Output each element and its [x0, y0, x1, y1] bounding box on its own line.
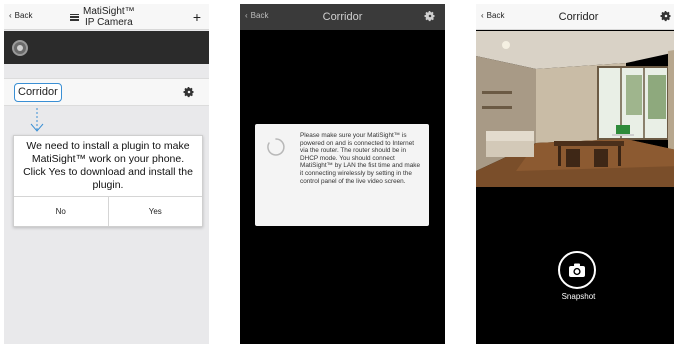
camera-name[interactable]: Corridor	[14, 83, 62, 102]
plus-icon[interactable]: +	[193, 9, 201, 25]
loading-dialog: Please make sure your MatiSight™ is powe…	[255, 124, 429, 226]
spinner-icon	[267, 138, 285, 156]
menu-icon[interactable]	[70, 13, 79, 21]
chevron-left-icon: ‹	[9, 11, 12, 20]
nav-bar: ‹ Back MatiSight™ IP Camera +	[4, 4, 209, 30]
dialog-message: We need to install a plugin to make Mati…	[23, 140, 193, 191]
app-title: MatiSight™ IP Camera	[70, 4, 160, 30]
camera-row: Corridor	[4, 78, 209, 106]
connecting-screen: ‹ Back Corridor Please make sure your Ma…	[240, 4, 445, 344]
page-title: Corridor	[322, 11, 363, 23]
plugin-dialog: We need to install a plugin to make Mati…	[13, 135, 203, 227]
title-line-2: IP Camera	[85, 17, 133, 28]
page-title: Corridor	[558, 11, 599, 23]
live-video-feed[interactable]	[476, 31, 674, 187]
camera-icon	[569, 263, 585, 277]
gear-icon[interactable]	[660, 10, 672, 22]
title-line-1: MatiSight™	[83, 6, 135, 17]
gear-icon[interactable]	[424, 10, 436, 22]
gear-icon[interactable]	[183, 86, 195, 98]
back-button[interactable]: ‹ Back	[9, 11, 32, 20]
plugin-install-screen: ‹ Back MatiSight™ IP Camera + Corridor W…	[4, 4, 209, 344]
no-button[interactable]: No	[14, 197, 109, 226]
snapshot-label: Snapshot	[561, 292, 596, 301]
snapshot-button[interactable]	[558, 251, 596, 289]
nav-bar: ‹ Back Corridor	[240, 4, 445, 30]
loading-message: Please make sure your MatiSight™ is powe…	[300, 132, 421, 185]
nav-bar: ‹ Back Corridor	[476, 4, 674, 30]
back-label: Back	[14, 11, 33, 20]
yes-button[interactable]: Yes	[109, 197, 203, 226]
spacer	[4, 64, 209, 78]
camera-logo-icon[interactable]	[12, 40, 28, 56]
pointer-arrow-icon	[30, 108, 44, 132]
live-view-screen: ‹ Back Corridor Snapshot	[476, 4, 674, 344]
camera-thumbnail-strip	[4, 31, 209, 64]
